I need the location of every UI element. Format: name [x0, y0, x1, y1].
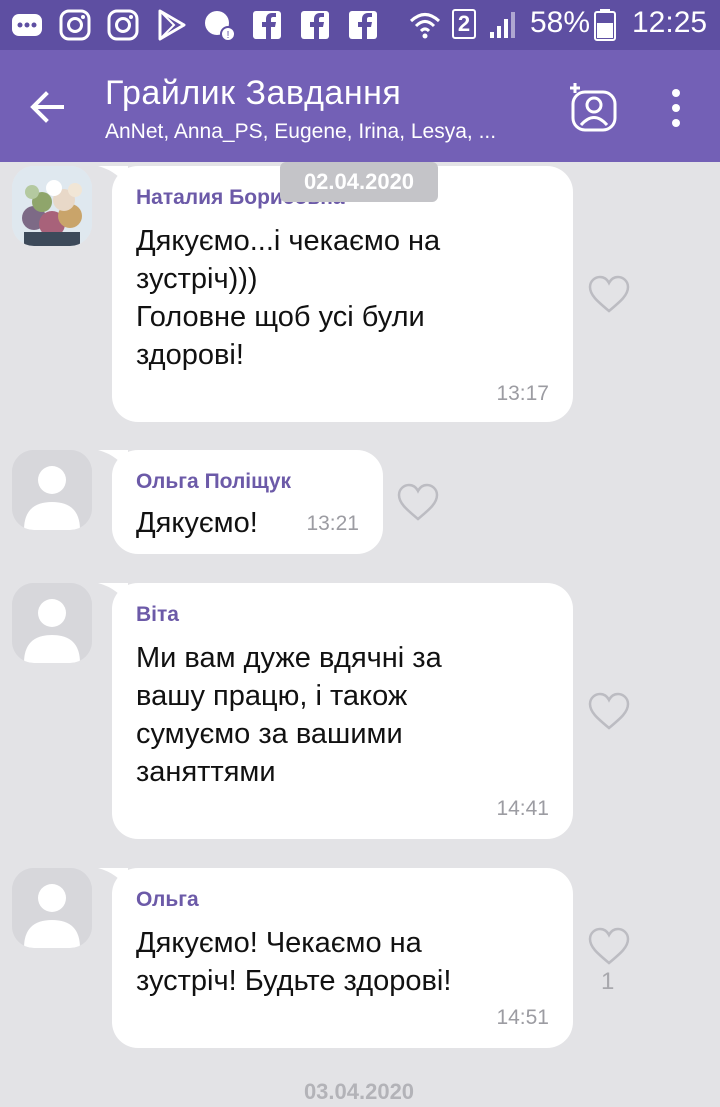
avatar[interactable]: [12, 583, 92, 663]
app-bar: Грайлик Завдання AnNet, Anna_PS, Eugene,…: [0, 50, 720, 162]
chat-title[interactable]: Грайлик Завдання: [105, 74, 401, 113]
svg-text:!: !: [227, 30, 230, 41]
notification-icon: [12, 14, 42, 36]
message-time: 13:21: [306, 512, 359, 535]
sim-slot-badge: 2: [452, 9, 476, 39]
play-store-icon: [158, 9, 186, 41]
clock: 12:25: [632, 6, 708, 39]
chat-participants[interactable]: AnNet, Anna_PS, Eugene, Irina, Lesya, ..…: [105, 120, 496, 144]
bubble-tail: [98, 166, 128, 190]
message-time: 14:51: [496, 1006, 549, 1029]
sender-name[interactable]: Ольга Поліщук: [136, 470, 291, 494]
message-bubble[interactable]: Віта Ми вам дуже вдячні за вашу працю, і…: [98, 583, 573, 839]
default-avatar-icon: [12, 450, 92, 530]
sender-name[interactable]: Ольга: [136, 888, 199, 912]
back-arrow-icon[interactable]: [22, 82, 72, 132]
viber-icon: !: [205, 11, 236, 42]
message-time: 14:41: [496, 797, 549, 820]
message-list[interactable]: Наталия Борисовна Дякуємо...і чекаємо на…: [0, 162, 720, 1107]
sender-name[interactable]: Віта: [136, 603, 179, 627]
default-avatar-icon: [12, 583, 92, 663]
wifi-icon: [409, 13, 441, 39]
message-bubble[interactable]: Наталия Борисовна Дякуємо...і чекаємо на…: [98, 166, 573, 422]
instagram-icon: [59, 9, 91, 41]
status-bar: ! 2 58% 12:25: [0, 0, 720, 50]
battery-icon: [594, 9, 616, 41]
heart-icon[interactable]: [587, 274, 631, 314]
message-time: 13:17: [496, 382, 549, 405]
date-separator: 03.04.2020: [303, 1079, 415, 1104]
bubble-tail: [98, 583, 128, 607]
message-text: Дякуємо!: [136, 507, 258, 539]
add-participant-icon[interactable]: [565, 78, 621, 134]
message-bubble[interactable]: Ольга Поліщук Дякуємо! 13:21: [98, 450, 383, 554]
message-text: Ми вам дуже вдячні за вашу працю, і тако…: [136, 642, 442, 788]
default-avatar-icon: [12, 868, 92, 948]
flowers-avatar-image: [12, 166, 92, 246]
instagram-icon: [107, 9, 139, 41]
battery-percent: 58%: [530, 6, 591, 39]
bubble-tail: [98, 868, 128, 892]
message-text: Дякуємо! Чекаємо на зустріч! Будьте здор…: [136, 927, 452, 997]
avatar[interactable]: [12, 450, 92, 530]
heart-icon[interactable]: [587, 691, 631, 731]
message-bubble[interactable]: Ольга Дякуємо! Чекаємо на зустріч! Будьт…: [98, 868, 573, 1048]
avatar[interactable]: [12, 166, 92, 246]
heart-icon[interactable]: [396, 482, 440, 522]
facebook-icon: [253, 11, 281, 39]
signal-icon: [490, 12, 515, 38]
facebook-icon: [301, 11, 329, 39]
facebook-icon: [349, 11, 377, 39]
heart-icon[interactable]: [587, 926, 631, 966]
date-separator: 02.04.2020: [280, 162, 438, 202]
avatar[interactable]: [12, 868, 92, 948]
more-vert-icon[interactable]: [656, 80, 696, 136]
like-count: 1: [601, 968, 615, 995]
bubble-tail: [98, 450, 128, 474]
message-text: Дякуємо...і чекаємо на зустріч))) Головн…: [136, 225, 441, 371]
